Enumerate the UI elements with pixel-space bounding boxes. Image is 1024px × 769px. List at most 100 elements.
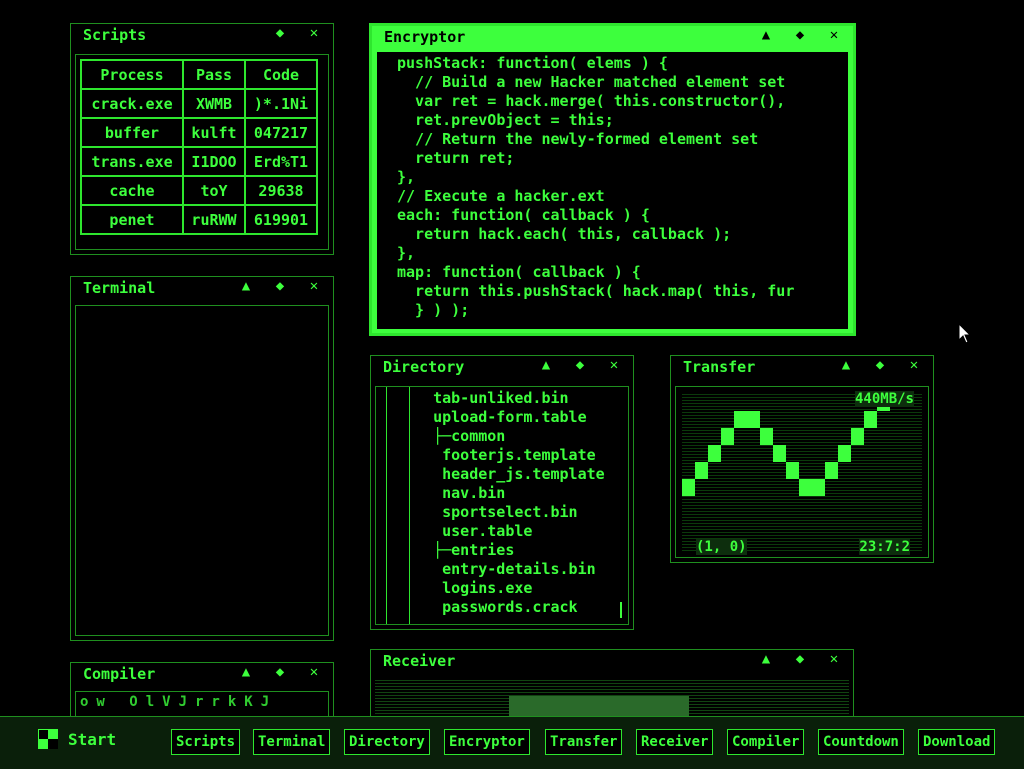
terminal-output[interactable]	[75, 305, 329, 636]
encryptor-titlebar[interactable]: Encryptor ▲ ◆ ✕	[372, 26, 853, 48]
encryptor-title: Encryptor	[384, 28, 466, 46]
list-item[interactable]: logins.exe	[406, 579, 628, 598]
table-row[interactable]: penet ruRWW 619901	[80, 204, 318, 235]
list-item[interactable]: upload-form.table	[406, 408, 628, 427]
encryptor-code-area[interactable]: pushStack: function( elems ) { // Build …	[377, 52, 848, 329]
scripts-table: Process Pass Code crack.exe XWMB )*.1Ni …	[80, 59, 318, 235]
close-icon[interactable]: ✕	[305, 664, 323, 680]
transfer-speed: 440MB/s	[854, 391, 914, 407]
minimize-icon[interactable]: ▲	[757, 651, 775, 667]
taskbar-button-scripts[interactable]: Scripts	[171, 729, 241, 755]
scripts-titlebar[interactable]: Scripts ◆ ✕	[71, 24, 333, 46]
table-cell: Erd%T1	[244, 146, 318, 177]
table-cell: )*.1Ni	[244, 88, 318, 119]
list-item[interactable]: tab-unliked.bin	[406, 389, 628, 408]
resize-icon[interactable]: ◆	[271, 664, 289, 680]
code-line: ret.prevObject = this;	[397, 111, 614, 129]
start-icon	[38, 729, 58, 749]
start-label: Start	[68, 729, 117, 749]
taskbar-button-compiler[interactable]: Compiler	[727, 729, 805, 755]
code-line: return ret;	[397, 149, 515, 167]
resize-icon[interactable]: ◆	[271, 25, 289, 41]
table-header-row: Process Pass Code	[80, 59, 318, 90]
minimize-icon[interactable]: ▲	[237, 278, 255, 294]
close-icon[interactable]: ✕	[825, 27, 843, 43]
list-item[interactable]: entry-details.bin	[406, 560, 628, 579]
transfer-graph-block	[825, 462, 838, 479]
receiver-titlebar[interactable]: Receiver ▲ ◆ ✕	[371, 650, 853, 672]
transfer-window: Transfer ▲ ◆ ✕ 440MB/s (1, 0) 23:7:2	[670, 355, 934, 563]
scrollbar[interactable]	[620, 602, 622, 618]
list-item[interactable]: ├─entries	[406, 541, 628, 560]
taskbar-button-directory[interactable]: Directory	[344, 729, 430, 755]
taskbar-button-terminal[interactable]: Terminal	[253, 729, 331, 755]
transfer-graph-block	[773, 445, 786, 462]
transfer-graph-block	[799, 479, 812, 496]
close-icon[interactable]: ✕	[305, 278, 323, 294]
minimize-icon[interactable]: ▲	[757, 27, 775, 43]
resize-icon[interactable]: ◆	[571, 357, 589, 373]
minimize-icon[interactable]: ▲	[537, 357, 555, 373]
code-line: var ret = hack.merge( this.constructor()…	[397, 92, 786, 110]
taskbar-button-countdown[interactable]: Countdown	[818, 729, 904, 755]
code-lines: pushStack: function( elems ) { // Build …	[377, 52, 848, 320]
transfer-graph-block	[747, 411, 760, 428]
scripts-window: Scripts ◆ ✕ Process Pass Code crack.exe …	[70, 23, 334, 255]
directory-window: Directory ▲ ◆ ✕ tab-unliked.bin upload-f…	[370, 355, 634, 630]
resize-icon[interactable]: ◆	[271, 278, 289, 294]
list-item[interactable]: user.table	[406, 522, 628, 541]
table-cell: toY	[182, 175, 246, 206]
terminal-titlebar[interactable]: Terminal ▲ ◆ ✕	[71, 277, 333, 299]
code-line: // Build a new Hacker matched element se…	[397, 73, 786, 91]
taskbar-button-receiver[interactable]: Receiver	[636, 729, 714, 755]
resize-icon[interactable]: ◆	[791, 651, 809, 667]
transfer-graph-block	[695, 462, 708, 479]
transfer-titlebar[interactable]: Transfer ▲ ◆ ✕	[671, 356, 933, 378]
terminal-window: Terminal ▲ ◆ ✕	[70, 276, 334, 641]
close-icon[interactable]: ✕	[305, 25, 323, 41]
list-item[interactable]: footerjs.template	[406, 446, 628, 465]
taskbar: Start Scripts Terminal Directory Encrypt…	[0, 716, 1024, 769]
table-cell: 047217	[244, 117, 318, 148]
code-line: // Execute a hacker.ext	[397, 187, 605, 205]
list-item[interactable]: header_js.template	[406, 465, 628, 484]
table-row[interactable]: trans.exe I1DOO Erd%T1	[80, 146, 318, 177]
minimize-icon[interactable]: ▲	[837, 357, 855, 373]
code-line: },	[397, 168, 416, 186]
list-item[interactable]: ├─common	[406, 427, 628, 446]
transfer-graph-block	[682, 479, 695, 496]
taskbar-button-download[interactable]: Download	[918, 729, 996, 755]
table-cell: cache	[80, 175, 184, 206]
minimize-icon[interactable]: ▲	[237, 664, 255, 680]
mouse-cursor-icon	[958, 323, 972, 344]
close-icon[interactable]: ✕	[605, 357, 623, 373]
table-cell: 29638	[244, 175, 318, 206]
code-line: },	[397, 244, 416, 262]
directory-titlebar[interactable]: Directory ▲ ◆ ✕	[371, 356, 633, 378]
transfer-graph-block	[864, 411, 877, 428]
start-button[interactable]: Start	[38, 729, 116, 749]
transfer-graph-block	[721, 428, 734, 445]
table-row[interactable]: crack.exe XWMB )*.1Ni	[80, 88, 318, 119]
close-icon[interactable]: ✕	[825, 651, 843, 667]
list-item[interactable]: passwords.crack	[406, 598, 628, 617]
code-line: pushStack: function( elems ) {	[397, 54, 668, 72]
close-icon[interactable]: ✕	[905, 357, 923, 373]
directory-tree[interactable]: tab-unliked.bin upload-form.table ├─comm…	[375, 386, 629, 625]
column-header: Process	[80, 59, 184, 90]
list-item[interactable]: nav.bin	[406, 484, 628, 503]
resize-icon[interactable]: ◆	[791, 27, 809, 43]
table-row[interactable]: buffer kulft 047217	[80, 117, 318, 148]
taskbar-button-transfer[interactable]: Transfer	[545, 729, 623, 755]
transfer-coordinates: (1, 0)	[696, 539, 747, 555]
transfer-graph-block	[734, 411, 747, 428]
taskbar-button-encryptor[interactable]: Encryptor	[444, 729, 530, 755]
resize-icon[interactable]: ◆	[871, 357, 889, 373]
terminal-title: Terminal	[83, 279, 156, 297]
code-line: } ) );	[397, 301, 470, 319]
list-item[interactable]: sportselect.bin	[406, 503, 628, 522]
table-row[interactable]: cache toY 29638	[80, 175, 318, 206]
compiler-titlebar[interactable]: Compiler ▲ ◆ ✕	[71, 663, 333, 685]
compiler-title: Compiler	[83, 665, 156, 683]
table-cell: penet	[80, 204, 184, 235]
